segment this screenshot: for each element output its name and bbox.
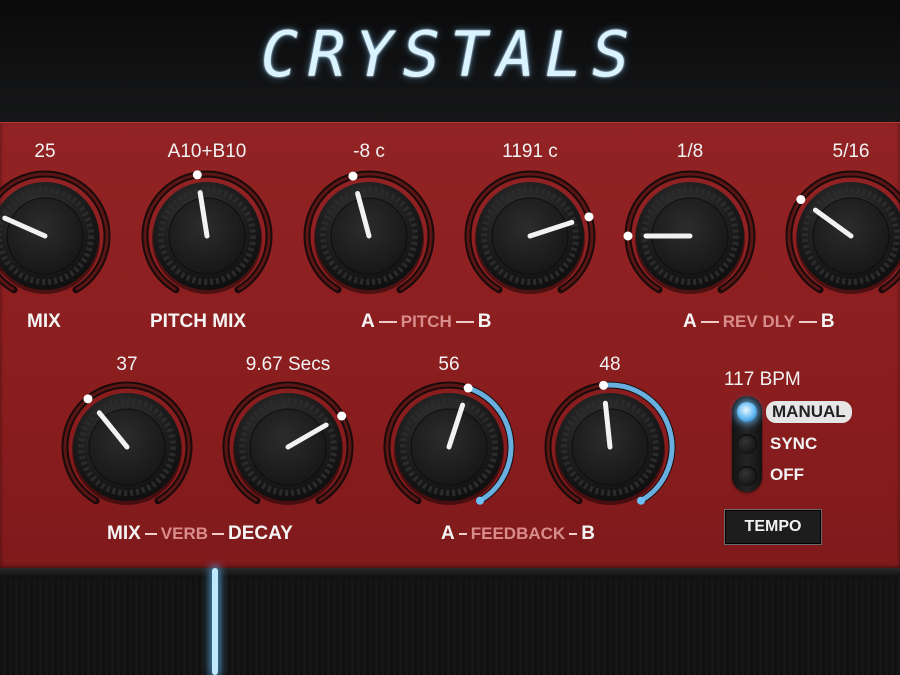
off-led[interactable] [737,466,757,486]
rev-dly-a-pointer-dot [623,231,633,241]
verb-mix-pointer-dot [83,394,93,404]
pitch-a-knob[interactable] [303,170,435,294]
feedback-a-label: A [441,523,455,544]
feedback-a-pointer-dot [463,383,473,393]
verb-decay-pointer-dot [337,411,347,421]
feedback-b-label: B [581,523,595,544]
pitch-group-label: A PITCH B [361,311,491,333]
rev-dly-a-label: A [683,311,697,332]
verb-decay-knob[interactable] [222,381,354,505]
option-sync[interactable]: SYNC [770,434,817,454]
pitch-b-pointer-dot [584,212,594,222]
feedback-b-knob[interactable] [544,380,676,505]
option-manual[interactable]: MANUAL [766,401,852,423]
pitch-b-label: B [477,311,492,332]
rev-dly-group-label: A REV DLY B [683,311,835,333]
feedback-b-pointer-dot [599,380,609,390]
pitch-a-label: A [361,311,375,332]
tempo-button[interactable]: TEMPO [724,509,822,545]
verb-mix-knob[interactable] [61,381,193,505]
verb-mix-label: MIX [107,523,141,544]
verb-decay-label: DECAY [228,523,293,544]
pitch-mix-pointer-dot [192,170,202,180]
mix-label: MIX [27,311,61,332]
bpm-readout: 117 BPM [724,369,801,390]
pitch-a-pointer-dot [348,171,358,181]
rev-dly-b-pointer-dot [796,195,806,205]
rev-dly-label: REV DLY [722,312,795,331]
verb-group-label: MIX VERB DECAY [107,523,293,545]
feedback-group-label: A FEEDBACK B [441,523,595,545]
option-off[interactable]: OFF [770,465,804,485]
pitch-mix-knob[interactable] [141,170,273,294]
verb-label: VERB [160,524,209,543]
sync-led[interactable] [737,434,757,454]
feedback-label: FEEDBACK [470,524,566,543]
mix-knob[interactable] [0,170,111,294]
pitch-b-knob[interactable] [464,170,596,294]
tempo-mode-switch[interactable] [732,396,762,492]
rev-dly-b-label: B [820,311,835,332]
rev-dly-a-knob[interactable] [623,170,756,294]
pitch-label: PITCH [400,312,452,331]
rev-dly-b-knob[interactable] [785,170,900,294]
feedback-a-knob[interactable] [383,381,515,505]
manual-led[interactable] [737,402,757,422]
knob-layer [0,170,900,505]
pitch-mix-label: PITCH MIX [150,311,247,332]
